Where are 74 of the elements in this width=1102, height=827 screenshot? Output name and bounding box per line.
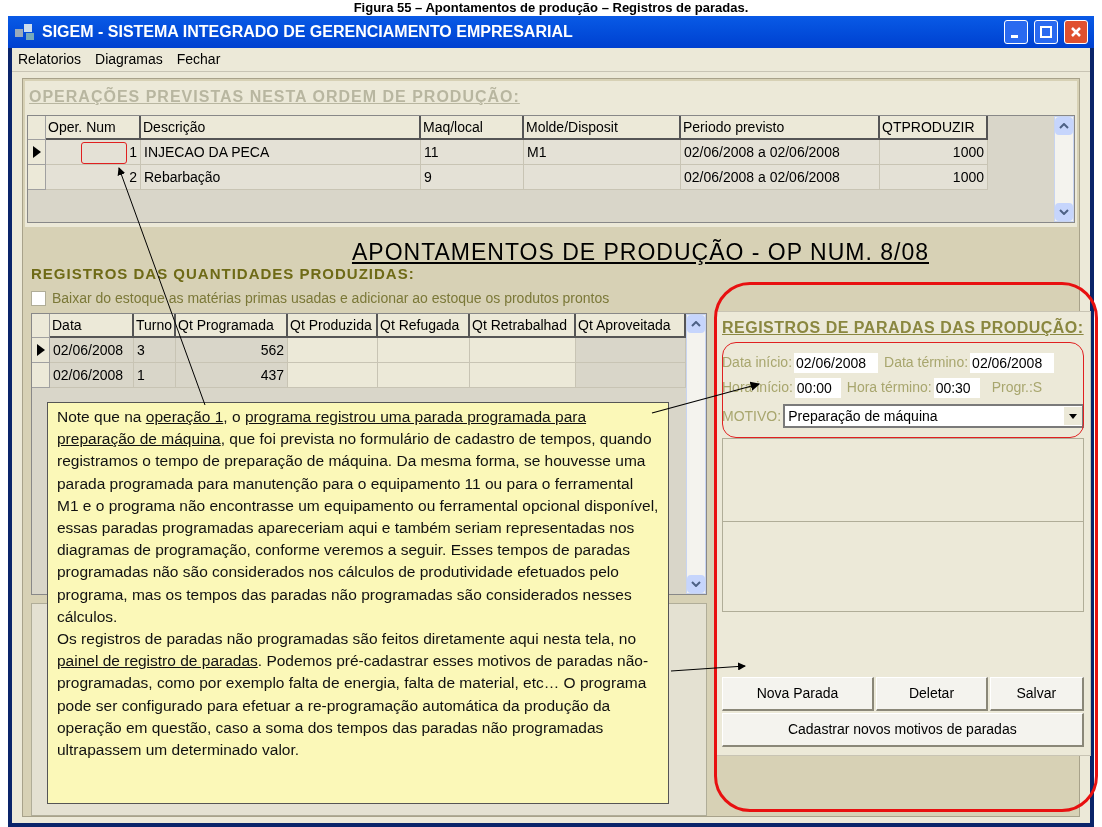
section-title: REGISTROS DE PARADAS DAS PRODUÇÃO: xyxy=(722,317,1084,338)
column-header[interactable]: Qt Produzida xyxy=(288,313,378,338)
table-cell: 3 xyxy=(134,337,176,363)
menu-item[interactable]: Fechar xyxy=(176,49,221,70)
app-logo-icon xyxy=(14,23,36,41)
column-header[interactable]: Turno xyxy=(134,313,176,338)
column-header[interactable]: Descrição xyxy=(141,116,421,140)
window-title: SIGEM - SISTEMA INTEGRADO DE GERENCIAMENTO EMPRESARIAL xyxy=(42,22,574,42)
menu-item[interactable]: Relatorios xyxy=(18,49,82,70)
column-header[interactable]: Qt Aproveitada xyxy=(576,313,686,338)
vertical-scrollbar[interactable] xyxy=(686,313,706,594)
column-header[interactable]: Maq/local xyxy=(421,116,524,140)
table-cell: 9 xyxy=(421,165,524,190)
section-title: OPERAÇÕES PREVISTAS NESTA ORDEM DE PRODUÇÃO: xyxy=(28,88,521,105)
input-field[interactable]: 00:30 xyxy=(933,377,980,398)
column-header[interactable]: Oper. Num xyxy=(46,116,141,140)
input-field[interactable]: 00:00 xyxy=(794,377,841,398)
minimize-button[interactable] xyxy=(1004,20,1028,44)
table-cell: 02/06/2008 a 02/06/2008 xyxy=(681,165,880,190)
scroll-up-icon[interactable] xyxy=(687,314,705,333)
column-header[interactable]: Periodo previsto xyxy=(681,116,880,140)
row-pointer-icon xyxy=(36,343,45,356)
figure-caption: Figura 55 – Apontamentos de produção – Registros de paradas. xyxy=(353,0,749,16)
table-cell: 1 xyxy=(134,362,176,388)
column-header[interactable]: Data xyxy=(50,313,134,338)
action-button[interactable]: Deletar xyxy=(876,677,988,711)
close-icon xyxy=(1070,26,1082,38)
minimize-icon xyxy=(1010,35,1018,38)
table-cell: Rebarbação xyxy=(141,165,421,190)
page-heading: APONTAMENTOS DE PRODUÇÃO - OP NUM. 8/08 xyxy=(351,238,929,263)
table-cell: 1000 xyxy=(880,140,988,165)
table-cell: 02/06/2008 xyxy=(50,337,134,363)
dropdown-caret-icon[interactable] xyxy=(1063,407,1082,425)
table-cell: 02/06/2008 a 02/06/2008 xyxy=(681,140,880,165)
action-button[interactable]: Cadastrar novos motivos de paradas xyxy=(722,713,1084,747)
programmed-label: Progr.:S xyxy=(991,378,1043,397)
table-cell: 562 xyxy=(176,337,288,363)
scroll-down-icon[interactable] xyxy=(687,574,705,593)
column-header[interactable]: QTPRODUZIR xyxy=(880,116,988,140)
action-button[interactable]: Salvar xyxy=(990,677,1084,711)
table-cell: 1 xyxy=(46,140,141,165)
field-label: Data término: xyxy=(884,353,969,372)
maximize-icon xyxy=(1040,26,1052,38)
vertical-scrollbar[interactable] xyxy=(1054,116,1074,222)
column-header[interactable]: Molde/Disposit xyxy=(524,116,681,140)
checkbox-label: Baixar do estoque as matérias primas usadas e adicionar ao estoque os produtos prontos xyxy=(52,288,610,308)
table-cell: 02/06/2008 xyxy=(50,362,134,388)
table-cell: M1 xyxy=(524,140,681,165)
menu-item[interactable]: Diagramas xyxy=(95,49,163,70)
table-cell: 2 xyxy=(46,165,141,190)
scroll-down-icon[interactable] xyxy=(1055,203,1073,221)
column-header[interactable]: Qt Retrabalhad xyxy=(470,313,576,338)
field-label: Hora término: xyxy=(846,378,932,397)
input-field[interactable]: 02/06/2008 xyxy=(970,352,1055,373)
note-paragraph: Note que na operação 1, o programa registrou uma parada programada para preparação de máquina, que foi prevista no formulário de cadastro de tempos, quando registramos o tempo de preparação de máquina. Da mesma forma, se houvesse uma parada programada para manutenção para o equipamento 11 ou para o ferramental M1 e o programa não encontrasse um equipamento ou ferramental opcional disponível, essas paradas programadas apareceriam aqui e também seriam representadas nos diagramas de programação, conforme veremos a seguir. Esses tempos de paradas programadas não são considerados nos cálculos de produtividade efetuados pelo programa, mas os tempos das paradas não programadas são considerados nesses cálculos. xyxy=(57,407,659,627)
note-paragraph: Os registros de paradas não programadas são feitos diretamente aqui nesta tela, no painel de registro de paradas. Podemos pré-cadastrar esses motivos de paradas não-programadas, como por exemplo falta de energia, falta de material, etc… O programa pode ser configurado para efetuar a re-programação automática da produção da operação em questão, caso a soma dos tempos das paradas não programadas ultrapassem um determinado valor. xyxy=(57,629,650,761)
reason-dropdown[interactable]: Preparação de máquina xyxy=(783,404,1084,428)
table-cell: INJECAO DA PECA xyxy=(141,140,421,165)
highlight-outline xyxy=(81,142,127,164)
dropdown-value: Preparação de máquina xyxy=(788,406,938,426)
scroll-up-icon[interactable] xyxy=(1055,117,1073,135)
action-button[interactable]: Nova Parada xyxy=(722,677,874,711)
field-label: Data início: xyxy=(722,353,793,372)
field-label: MOTIVO: xyxy=(722,406,782,426)
row-pointer-icon xyxy=(32,146,41,158)
table-cell: 437 xyxy=(176,362,288,388)
checkbox[interactable] xyxy=(31,290,46,306)
close-button[interactable] xyxy=(1064,20,1088,44)
column-header[interactable]: Qt Programada xyxy=(176,313,288,338)
table-cell: 1000 xyxy=(880,165,988,190)
maximize-button[interactable] xyxy=(1034,20,1058,44)
input-field[interactable]: 02/06/2008 xyxy=(794,352,879,373)
table-cell: 11 xyxy=(421,140,524,165)
column-header[interactable]: Qt Refugada xyxy=(378,313,470,338)
